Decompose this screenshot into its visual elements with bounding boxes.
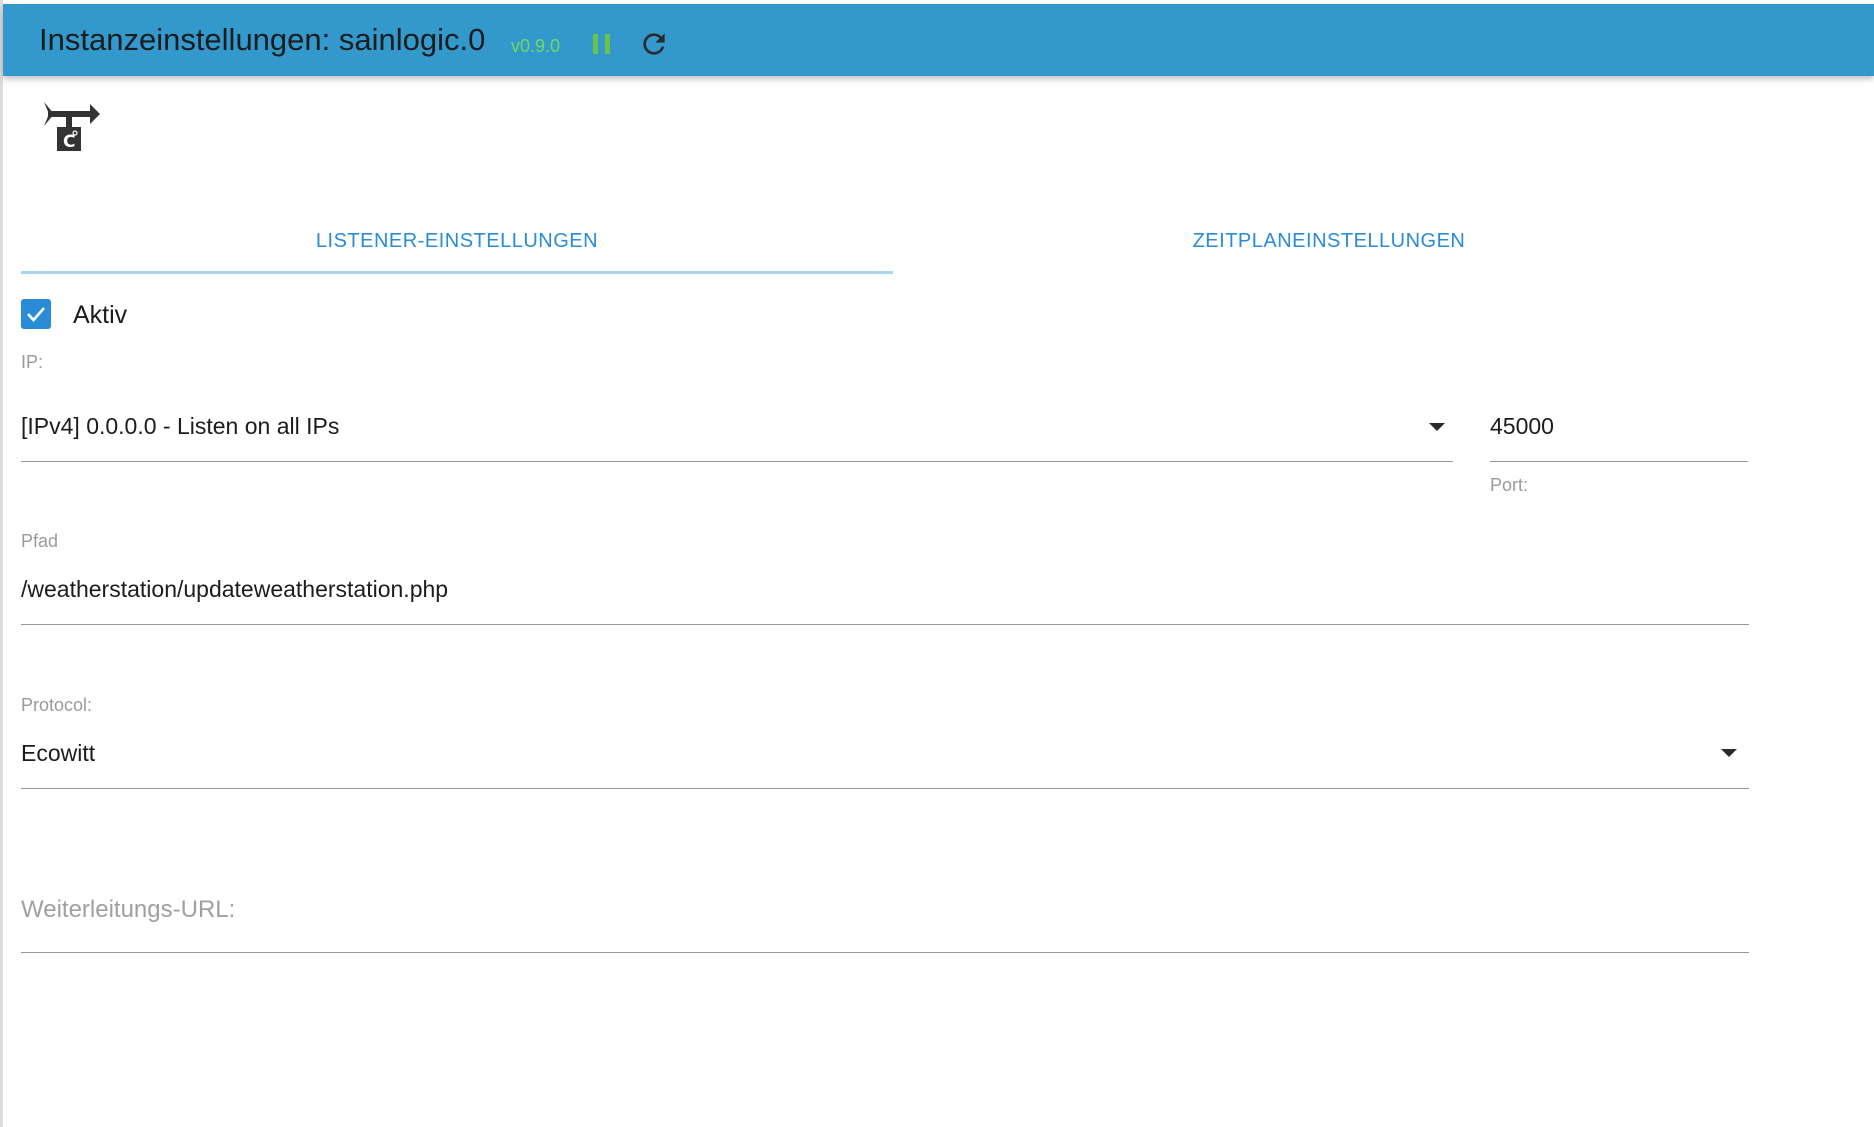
chevron-down-icon xyxy=(1721,749,1737,757)
ip-label: IP: xyxy=(21,352,44,372)
ip-select[interactable]: [IPv4] 0.0.0.0 - Listen on all IPs xyxy=(21,405,1453,462)
protocol-select-underline xyxy=(21,788,1749,789)
path-input[interactable]: /weatherstation/updateweatherstation.php xyxy=(21,568,1749,625)
path-input-value: /weatherstation/updateweatherstation.php xyxy=(21,576,449,602)
ip-select-underline xyxy=(21,461,1453,462)
protocol-select[interactable]: Ecowitt xyxy=(21,732,1749,789)
protocol-label: Protocol: xyxy=(21,695,93,715)
forward-url-input[interactable]: Weiterleitungs-URL: xyxy=(21,895,1749,953)
page-title: Instanzeinstellungen: sainlogic.0 xyxy=(39,22,486,57)
forward-url-placeholder: Weiterleitungs-URL: xyxy=(21,896,236,923)
weather-vane-logo-icon: C xyxy=(40,94,102,156)
port-input-underline xyxy=(1490,461,1748,462)
port-helper-label: Port: xyxy=(1490,475,1529,495)
ip-select-value: [IPv4] 0.0.0.0 - Listen on all IPs xyxy=(21,413,340,439)
chevron-down-icon xyxy=(1429,423,1445,431)
tab-schedule-settings[interactable]: ZEITPLANEINSTELLUNGEN xyxy=(893,208,1765,274)
forward-url-underline xyxy=(21,952,1749,953)
version-badge: v0.9.0 xyxy=(511,36,561,56)
check-icon xyxy=(27,307,45,322)
protocol-select-value: Ecowitt xyxy=(21,740,96,766)
instance-settings-dialog: Instanzeinstellungen: sainlogic.0 v0.9.0 xyxy=(0,0,1874,1127)
pause-icon[interactable] xyxy=(591,30,613,58)
path-label: Pfad xyxy=(21,531,59,551)
active-checkbox-label: Aktiv xyxy=(73,301,128,329)
active-checkbox[interactable] xyxy=(21,299,51,329)
port-input-value: 45000 xyxy=(1490,413,1554,439)
tab-listener-settings[interactable]: LISTENER-EINSTELLUNGEN xyxy=(21,208,893,274)
port-input[interactable]: 45000 xyxy=(1490,405,1748,462)
active-tab-indicator xyxy=(21,271,893,274)
settings-tabs: LISTENER-EINSTELLUNGEN ZEITPLANEINSTELLU… xyxy=(21,208,1771,274)
header-bar: Instanzeinstellungen: sainlogic.0 v0.9.0 xyxy=(3,4,1874,76)
reload-icon[interactable] xyxy=(638,28,670,60)
window-border xyxy=(0,0,3,1127)
path-input-underline xyxy=(21,624,1749,625)
